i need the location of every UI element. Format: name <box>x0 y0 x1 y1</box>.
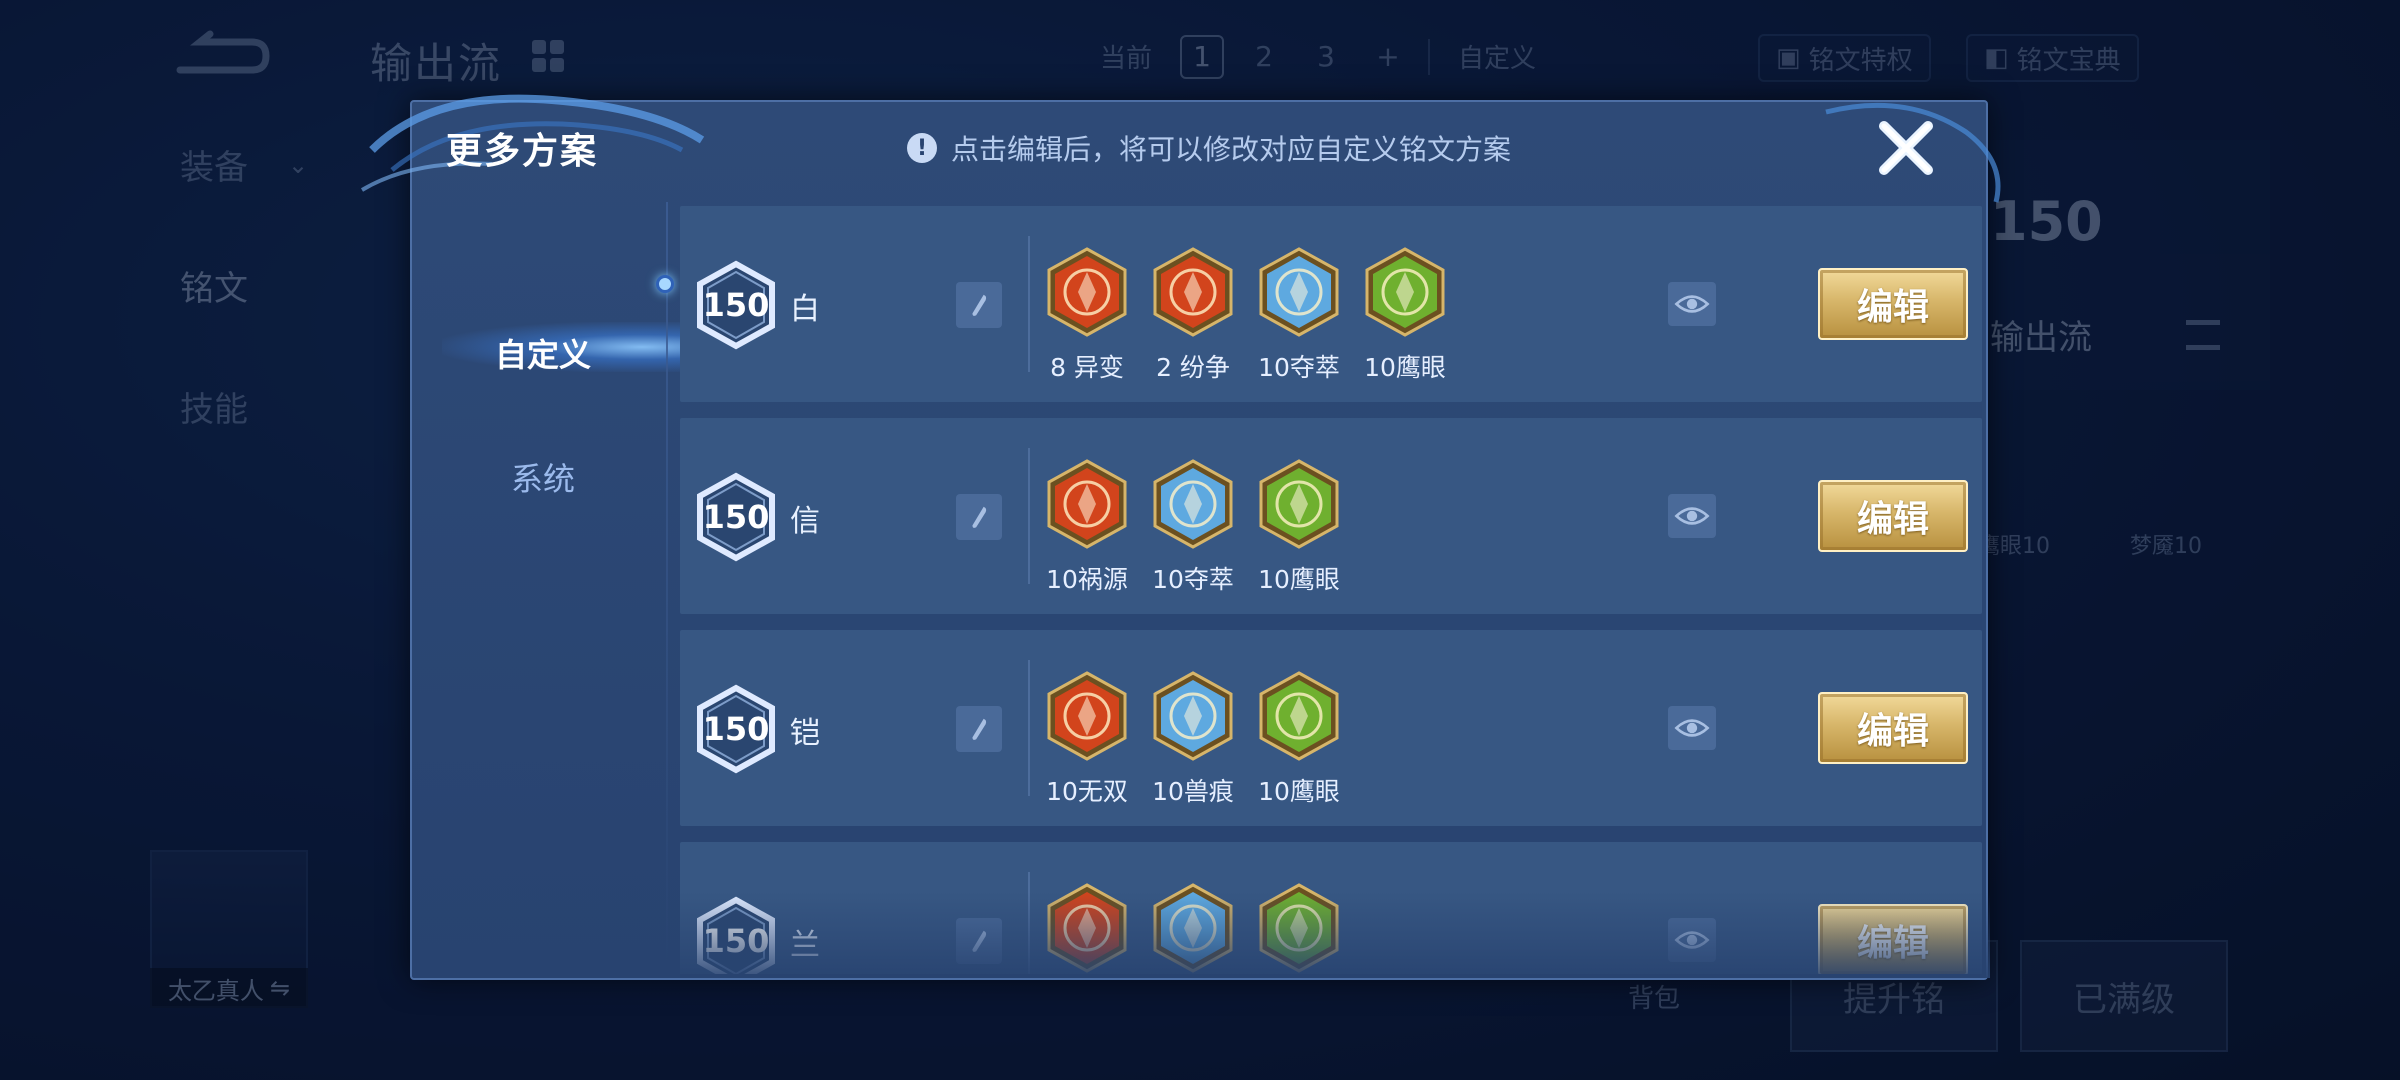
level-value: 150 <box>702 498 770 536</box>
pencil-icon <box>972 930 987 952</box>
plan-row[interactable]: 150 铠 10无双 10兽痕 10鹰眼 编辑 <box>680 630 1982 826</box>
plan-name: 白 <box>790 292 820 327</box>
rune-label: 10鹰眼 <box>1364 353 1446 382</box>
edit-button[interactable]: 编辑 <box>1818 480 1968 552</box>
active-tab-indicator <box>656 275 674 293</box>
close-button[interactable] <box>1874 116 1938 180</box>
preview-button[interactable] <box>1668 282 1716 326</box>
eye-icon <box>1674 931 1710 949</box>
rune-slot[interactable]: 10祸源 <box>1040 458 1134 596</box>
red-rune-icon <box>1150 246 1236 342</box>
eye-icon <box>1674 507 1710 525</box>
level-value: 150 <box>702 286 770 324</box>
level-badge: 150 <box>694 260 778 350</box>
blue-rune-icon <box>1256 246 1342 342</box>
tab-custom-plans[interactable]: 自定义 <box>412 330 674 376</box>
close-icon <box>1879 121 1933 175</box>
rune-slot[interactable]: 10无双 <box>1040 670 1134 808</box>
rune-slot[interactable] <box>1040 882 1134 974</box>
red-rune-icon <box>1044 458 1130 554</box>
rune-slot[interactable]: 10兽痕 <box>1146 670 1240 808</box>
level-badge: 150 <box>694 896 778 974</box>
pencil-icon <box>972 718 987 740</box>
plan-row[interactable]: 150 兰 编辑 <box>680 842 1982 974</box>
plan-category-tabs: 自定义 系统 <box>412 202 692 978</box>
rune-slot[interactable] <box>1252 882 1346 974</box>
rune-slot[interactable]: 10鹰眼 <box>1252 670 1346 808</box>
plan-row[interactable]: 150 信 10祸源 10夺萃 10鹰眼 编辑 <box>680 418 1982 614</box>
preview-button[interactable] <box>1668 918 1716 962</box>
plan-name: 信 <box>790 504 820 539</box>
divider <box>1028 236 1030 372</box>
rune-slot[interactable]: 10夺萃 <box>1252 246 1346 384</box>
level-badge: 150 <box>694 472 778 562</box>
red-rune-icon <box>1044 882 1130 974</box>
divider <box>1028 872 1030 974</box>
rune-label: 10兽痕 <box>1152 777 1234 806</box>
rune-slot[interactable]: 2 纷争 <box>1146 246 1240 384</box>
edit-button[interactable]: 编辑 <box>1818 692 1968 764</box>
hint-bar: ! 点击编辑后，将可以修改对应自定义铭文方案 <box>907 128 1511 168</box>
red-rune-icon <box>1044 670 1130 766</box>
blue-rune-icon <box>1150 882 1236 974</box>
rune-group: 10祸源 10夺萃 10鹰眼 <box>1040 458 1346 596</box>
level-badge: 150 <box>694 684 778 774</box>
dialog-title: 更多方案 <box>446 131 599 172</box>
rune-slot[interactable]: 10夺萃 <box>1146 458 1240 596</box>
green-rune-icon <box>1256 458 1342 554</box>
plan-row[interactable]: 150 白 8 异变 2 纷争 10夺萃 10鹰眼 编辑 <box>680 206 1982 402</box>
plan-list[interactable]: 150 白 8 异变 2 纷争 10夺萃 10鹰眼 编辑 150 信 10祸源 … <box>680 206 1990 974</box>
rune-label: 10无双 <box>1046 777 1128 806</box>
eye-icon <box>1674 295 1710 313</box>
info-icon: ! <box>907 133 937 163</box>
pencil-icon <box>972 294 987 316</box>
green-rune-icon <box>1362 246 1448 342</box>
edit-button[interactable]: 编辑 <box>1818 904 1968 974</box>
green-rune-icon <box>1256 670 1342 766</box>
rune-slot[interactable]: 10鹰眼 <box>1252 458 1346 596</box>
preview-button[interactable] <box>1668 494 1716 538</box>
rename-button[interactable] <box>956 706 1002 752</box>
divider <box>1028 448 1030 584</box>
tab-system-plans[interactable]: 系统 <box>412 454 674 500</box>
edit-button[interactable]: 编辑 <box>1818 268 1968 340</box>
preview-button[interactable] <box>1668 706 1716 750</box>
rune-label: 10祸源 <box>1046 565 1128 594</box>
red-rune-icon <box>1044 246 1130 342</box>
rune-slot[interactable]: 10鹰眼 <box>1358 246 1452 384</box>
blue-rune-icon <box>1150 670 1236 766</box>
hint-text: 点击编辑后，将可以修改对应自定义铭文方案 <box>951 133 1512 166</box>
plan-name: 铠 <box>790 716 820 751</box>
pencil-icon <box>972 506 987 528</box>
rune-label: 10夺萃 <box>1258 353 1340 382</box>
rune-group <box>1040 882 1346 974</box>
rune-group: 10无双 10兽痕 10鹰眼 <box>1040 670 1346 808</box>
rune-slot[interactable] <box>1146 882 1240 974</box>
rename-button[interactable] <box>956 918 1002 964</box>
divider <box>1028 660 1030 796</box>
level-value: 150 <box>702 710 770 748</box>
plan-name: 兰 <box>790 928 820 963</box>
more-plans-dialog: 更多方案 ! 点击编辑后，将可以修改对应自定义铭文方案 自定义 系统 150 白… <box>360 94 2001 980</box>
rename-button[interactable] <box>956 494 1002 540</box>
tab-divider <box>666 202 668 962</box>
rune-label: 10鹰眼 <box>1258 565 1340 594</box>
rune-group: 8 异变 2 纷争 10夺萃 10鹰眼 <box>1040 246 1452 384</box>
rune-label: 2 纷争 <box>1156 353 1230 382</box>
level-value: 150 <box>702 922 770 960</box>
blue-rune-icon <box>1150 458 1236 554</box>
green-rune-icon <box>1256 882 1342 974</box>
rune-slot[interactable]: 8 异变 <box>1040 246 1134 384</box>
rune-label: 10夺萃 <box>1152 565 1234 594</box>
rename-button[interactable] <box>956 282 1002 328</box>
eye-icon <box>1674 719 1710 737</box>
rune-label: 8 异变 <box>1050 353 1124 382</box>
rune-label: 10鹰眼 <box>1258 777 1340 806</box>
